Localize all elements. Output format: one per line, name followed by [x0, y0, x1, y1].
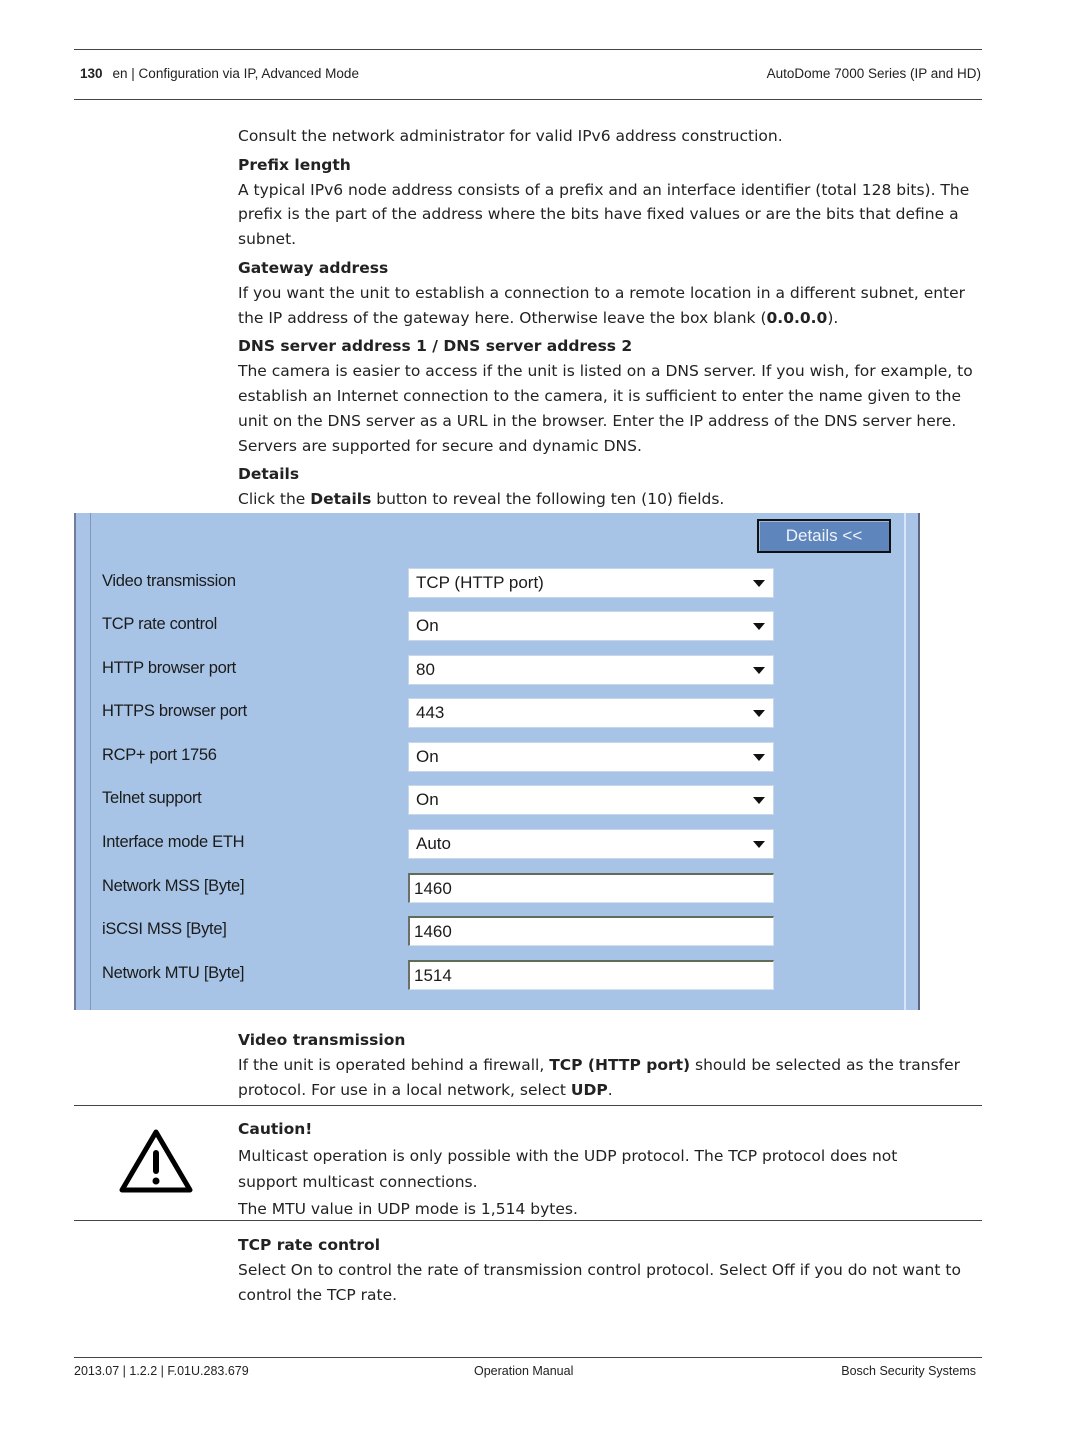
- rcp-port-select[interactable]: On: [408, 742, 774, 772]
- video-bold-tcp: TCP (HTTP port): [549, 1055, 691, 1074]
- field-row-tcp-rate-control: TCP rate control On: [102, 611, 802, 641]
- field-label: Telnet support: [102, 789, 202, 807]
- gateway-text-a: If you want the unit to establish a conn…: [238, 283, 966, 327]
- select-value: 80: [416, 660, 435, 679]
- caution-text: Multicast operation is only possible wit…: [238, 1146, 898, 1192]
- field-label: Video transmission: [102, 572, 236, 590]
- settings-panel-screenshot: Details << Video transmission TCP (HTTP …: [74, 513, 920, 1010]
- gateway-text-b: ).: [827, 308, 839, 327]
- network-mss-box: [408, 873, 774, 903]
- field-label: iSCSI MSS [Byte]: [102, 920, 227, 938]
- dropdown-arrow-icon: [753, 797, 765, 804]
- warning-triangle-icon: [119, 1129, 193, 1193]
- field-label: TCP rate control: [102, 615, 218, 633]
- footer-rule: [74, 1357, 982, 1358]
- product-title: AutoDome 7000 Series (IP and HD): [766, 66, 981, 81]
- dropdown-arrow-icon: [753, 623, 765, 630]
- caution-bottom-rule: [74, 1220, 982, 1221]
- caution-mtu-text: The MTU value in UDP mode is 1,514 bytes…: [238, 1199, 578, 1218]
- dns-heading: DNS server address 1 / DNS server addres…: [238, 337, 633, 356]
- video-text-a: If the unit is operated behind a firewal…: [238, 1055, 550, 1074]
- dropdown-arrow-icon: [753, 580, 765, 587]
- caution-top-rule: [74, 1105, 982, 1106]
- dropdown-arrow-icon: [753, 754, 765, 761]
- details-text-b: button to reveal the following ten (10) …: [371, 490, 725, 509]
- field-row-network-mss: Network MSS [Byte]: [102, 873, 802, 903]
- field-label: Network MTU [Byte]: [102, 964, 245, 982]
- network-mss-input[interactable]: [410, 875, 773, 902]
- dropdown-arrow-icon: [753, 667, 765, 674]
- http-browser-port-select[interactable]: 80: [408, 655, 774, 685]
- tcp-rate-section: TCP rate control Select On to control th…: [238, 1229, 983, 1307]
- details-text: Click the Details button to reveal the f…: [238, 487, 983, 512]
- field-label: Interface mode ETH: [102, 833, 245, 851]
- footer-company: Bosch Security Systems: [841, 1364, 976, 1378]
- prefix-text: A typical IPv6 node address consists of …: [238, 180, 970, 249]
- video-transmission-section: Video transmission If the unit is operat…: [238, 1024, 983, 1102]
- iscsi-mss-box: [408, 916, 774, 946]
- field-row-https-port: HTTPS browser port 443: [102, 698, 802, 728]
- field-row-network-mtu: Network MTU [Byte]: [102, 960, 802, 990]
- field-row-iscsi-mss: iSCSI MSS [Byte]: [102, 916, 802, 946]
- panel-right-edge: [904, 513, 920, 1010]
- caution-section: Caution! Multicast operation is only pos…: [238, 1112, 983, 1222]
- tcp-rate-text: Select On to control the rate of transmi…: [238, 1260, 961, 1304]
- video-text: If the unit is operated behind a firewal…: [238, 1053, 983, 1103]
- https-browser-port-select[interactable]: 443: [408, 698, 774, 728]
- video-heading: Video transmission: [238, 1031, 406, 1049]
- field-row-http-port: HTTP browser port 80: [102, 655, 802, 685]
- field-row-telnet: Telnet support On: [102, 785, 802, 815]
- network-mtu-box: [408, 960, 774, 990]
- select-value: Auto: [416, 834, 451, 853]
- footer-doc-id: 2013.07 | 1.2.2 | F.01U.283.679: [74, 1364, 249, 1378]
- field-row-rcp-port: RCP+ port 1756 On: [102, 742, 802, 772]
- network-mtu-input[interactable]: [410, 962, 773, 989]
- header-bottom-rule: [74, 99, 982, 100]
- tcp-rate-heading: TCP rate control: [238, 1236, 381, 1254]
- details-text-a: Click the: [238, 490, 311, 509]
- caution-heading: Caution!: [238, 1120, 313, 1138]
- interface-mode-select[interactable]: Auto: [408, 829, 774, 859]
- page-number: 130: [80, 66, 103, 81]
- field-label: RCP+ port 1756: [102, 746, 217, 764]
- dropdown-arrow-icon: [753, 710, 765, 717]
- tcp-rate-control-select[interactable]: On: [408, 611, 774, 641]
- details-heading: Details: [238, 465, 300, 484]
- panel-left-edge: [74, 513, 91, 1010]
- iscsi-mss-input[interactable]: [410, 918, 773, 945]
- dropdown-arrow-icon: [753, 841, 765, 848]
- select-value: On: [416, 747, 439, 766]
- gateway-heading: Gateway address: [238, 258, 389, 277]
- intro-text: Consult the network administrator for va…: [238, 127, 783, 145]
- select-value: 443: [416, 703, 445, 722]
- section-title: en | Configuration via IP, Advanced Mode: [112, 66, 359, 81]
- field-row-video-transmission: Video transmission TCP (HTTP port): [102, 568, 802, 598]
- select-value: On: [416, 616, 439, 635]
- gateway-blank-value: 0.0.0.0: [766, 308, 828, 327]
- details-collapse-button[interactable]: Details <<: [757, 519, 891, 553]
- field-label: HTTP browser port: [102, 659, 236, 677]
- video-transmission-select[interactable]: TCP (HTTP port): [408, 568, 774, 598]
- header-left: 130 en | Configuration via IP, Advanced M…: [80, 66, 359, 81]
- field-label: Network MSS [Byte]: [102, 877, 245, 895]
- prefix-heading: Prefix length: [238, 155, 351, 174]
- upper-content: Consult the network administrator for va…: [238, 124, 983, 512]
- field-label: HTTPS browser port: [102, 702, 247, 720]
- select-value: On: [416, 790, 439, 809]
- video-bold-udp: UDP: [570, 1080, 608, 1099]
- header-top-rule: [74, 49, 982, 50]
- details-bold: Details: [310, 490, 372, 509]
- telnet-support-select[interactable]: On: [408, 785, 774, 815]
- gateway-text: If you want the unit to establish a conn…: [238, 281, 983, 331]
- select-value: TCP (HTTP port): [416, 573, 544, 592]
- video-text-c: .: [607, 1080, 613, 1099]
- field-row-interface-mode: Interface mode ETH Auto: [102, 829, 802, 859]
- dns-text: The camera is easier to access if the un…: [238, 362, 973, 455]
- footer-doc-type: Operation Manual: [474, 1364, 574, 1378]
